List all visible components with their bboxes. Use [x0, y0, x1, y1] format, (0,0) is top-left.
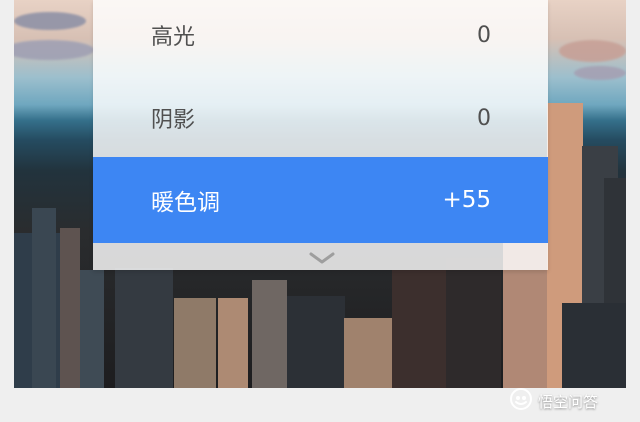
watermark: 悟空问答	[510, 387, 598, 415]
chevron-down-icon[interactable]	[303, 249, 341, 267]
adjustment-value: 0	[477, 105, 491, 131]
watermark-text: 悟空问答	[538, 392, 599, 411]
adjustment-value: +55	[442, 187, 491, 213]
adjustment-label: 阴影	[151, 108, 196, 133]
cloud	[14, 12, 86, 30]
cloud	[14, 40, 94, 60]
adjustment-row-warmth-selected[interactable]: 暖色调 +55	[93, 157, 548, 243]
adjustment-label: 暖色调	[151, 190, 220, 216]
adjustment-label: 高光	[151, 25, 196, 50]
adjustment-row-shadows[interactable]: 阴影 0	[93, 82, 548, 154]
adjustment-row-highlights[interactable]: 高光 0	[93, 0, 548, 70]
adjustments-panel: 高光 0 阴影 0 暖色调 +55	[93, 0, 548, 270]
cloud	[559, 40, 626, 62]
wukong-logo-icon	[510, 388, 532, 414]
cloud	[574, 66, 626, 80]
adjustment-value: 0	[477, 22, 491, 48]
